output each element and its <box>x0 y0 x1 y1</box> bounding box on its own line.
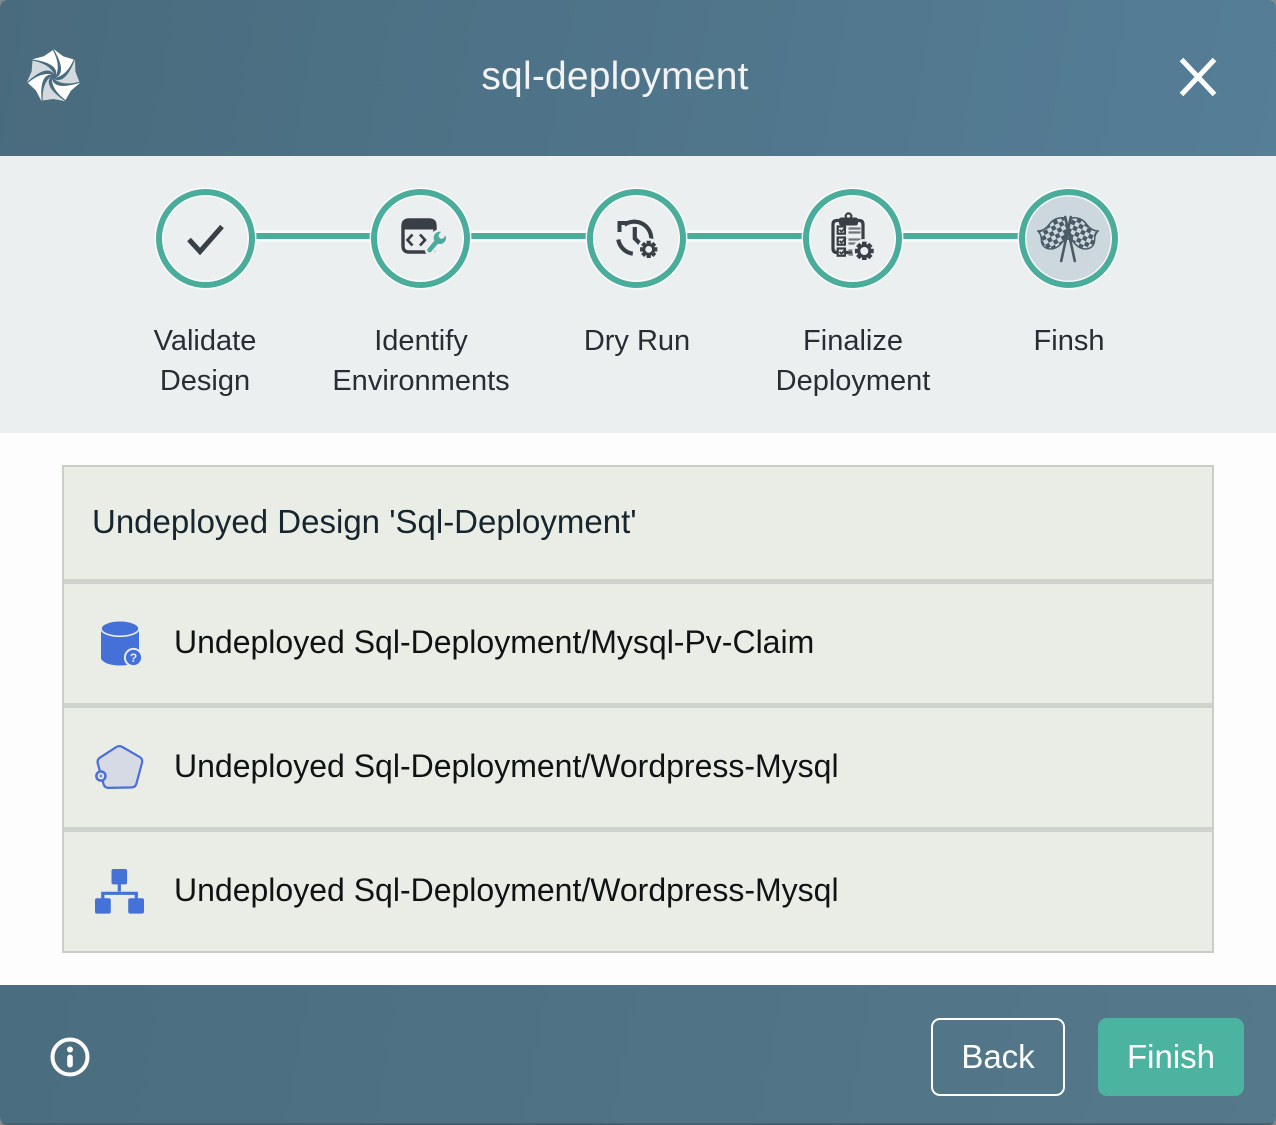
svg-text:?: ? <box>130 651 137 665</box>
